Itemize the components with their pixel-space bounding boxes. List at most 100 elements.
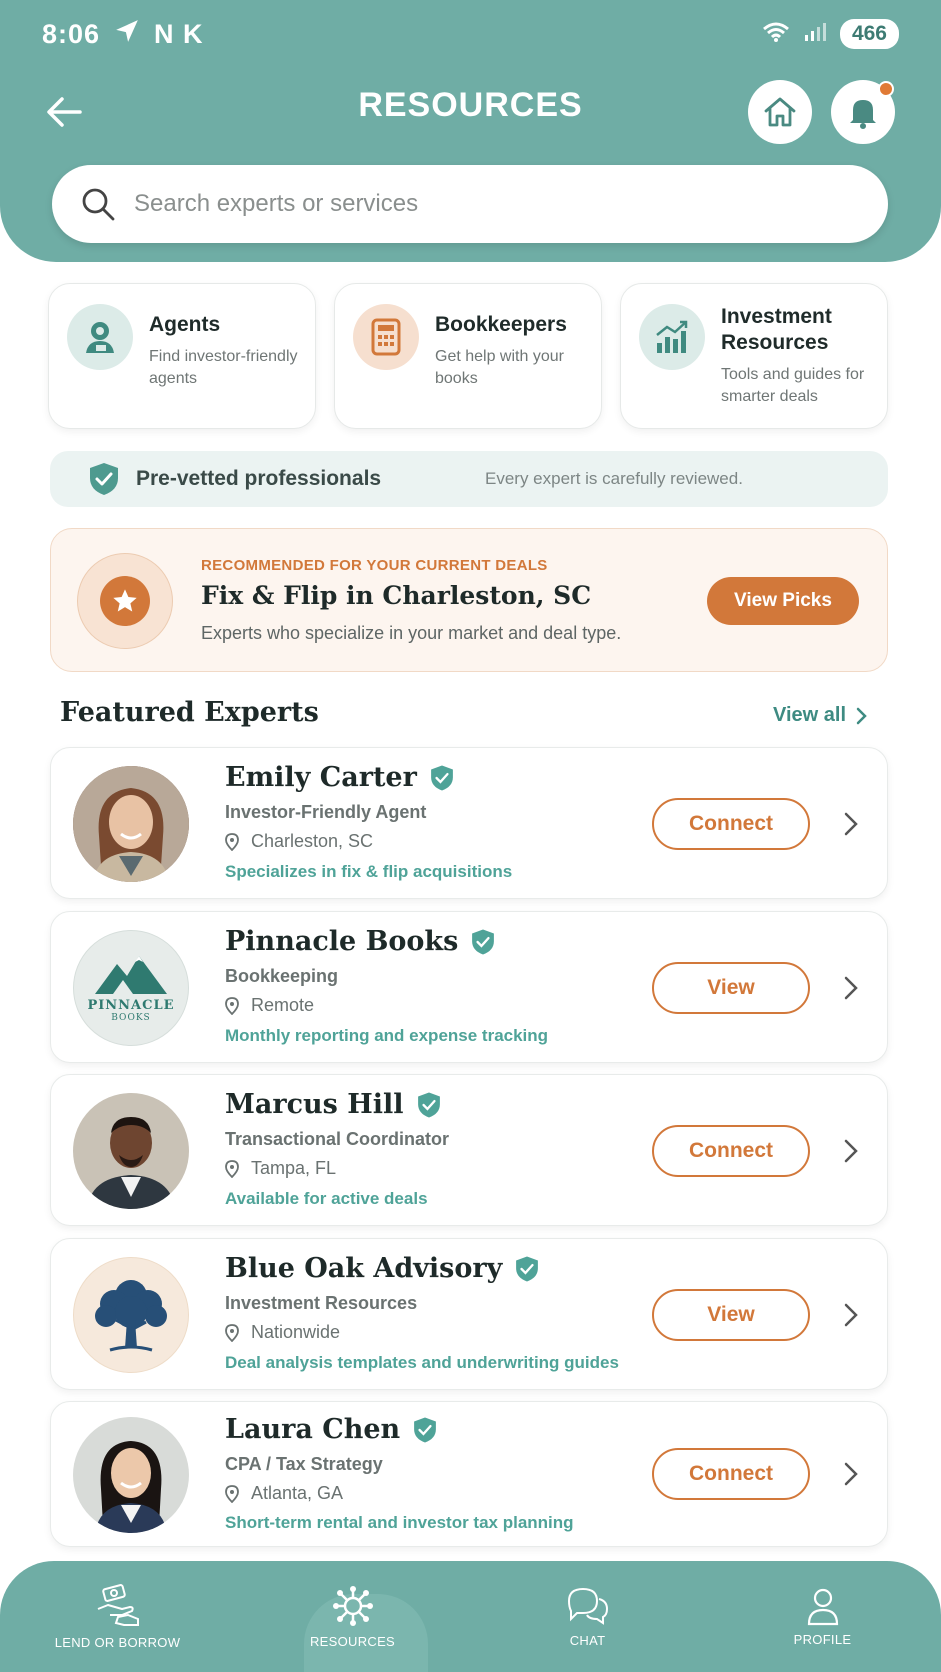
view-all-label: View all [773,704,847,726]
expert-location: Tampa, FL [251,1158,337,1178]
chevron-right-icon[interactable] [837,1135,865,1167]
category-cards: Agents Find investor-friendly agents Boo… [48,283,890,429]
signal-icon [804,22,826,47]
expert-location: Nationwide [251,1322,341,1342]
search-input[interactable] [134,190,784,218]
category-investment-resources[interactable]: Investment Resources Tools and guides fo… [620,283,888,429]
hand-money-icon [97,1584,139,1626]
prevetted-banner: Pre-vetted professionals Every expert is… [50,451,888,507]
expert-location: Charleston, SC [251,831,374,851]
location-pin-icon [225,832,239,851]
verified-badge-icon [430,765,453,790]
location-arrow-icon [114,18,140,51]
nav-chat[interactable]: CHAT [470,1561,705,1672]
pinnacle-logo: PINNACLE BOOKS [73,930,189,1046]
featured-title: Featured Experts [60,697,319,728]
expert-note: Specializes in fix & flip acquisitions [225,862,513,881]
expert-note: Short-term rental and investor tax plann… [225,1513,574,1532]
expert-card[interactable]: Marcus Hill Transactional Coordinator Ta… [50,1074,888,1226]
star-badge [77,553,173,649]
location-pin-icon [225,1159,239,1178]
expert-location: Remote [251,995,315,1015]
expert-name: Pinnacle Books [225,926,459,957]
search-bar[interactable] [52,165,888,243]
expert-card[interactable]: PINNACLE BOOKS Pinnacle Books Bookkeepin… [50,911,888,1063]
bell-icon [850,100,876,129]
view-button[interactable]: View [652,962,810,1014]
category-desc: Tools and guides for smarter deals [721,366,865,405]
expert-card[interactable]: Emily Carter Investor-Friendly Agent Cha… [50,747,888,899]
location-pin-icon [225,996,239,1015]
expert-card[interactable]: Laura Chen CPA / Tax Strategy Atlanta, G… [50,1401,888,1547]
connect-button[interactable]: Connect [652,1448,810,1500]
header: 8:06 N K 466 RESOURCES [0,0,941,262]
chevron-right-icon[interactable] [837,808,865,840]
expert-note: Deal analysis templates and underwriting… [225,1353,619,1372]
nav-label: RESOURCES [309,1634,396,1649]
recommendation-desc: Experts who specialize in your market an… [201,623,622,643]
logo-subtext: BOOKS [111,1012,151,1023]
recommendation-title: Fix & Flip in Charleston, SC [201,581,592,610]
expert-role: Investor-Friendly Agent [225,802,427,822]
expert-name: Emily Carter [225,762,417,793]
nav-label: PROFILE [793,1632,852,1647]
chevron-right-icon[interactable] [837,1299,865,1331]
tree-icon [95,1280,167,1352]
connect-button[interactable]: Connect [652,1125,810,1177]
nav-label: CHAT [569,1633,606,1648]
view-picks-button[interactable]: View Picks [707,577,859,625]
location-pin-icon [225,1484,239,1503]
nav-resources[interactable]: RESOURCES [235,1561,470,1672]
shield-check-icon [90,463,118,495]
category-agents[interactable]: Agents Find investor-friendly agents [48,283,316,429]
chat-icon [567,1587,608,1625]
view-all-link[interactable]: View all [773,704,868,727]
expert-name: Laura Chen [225,1414,401,1445]
expert-name: Marcus Hill [225,1089,404,1120]
verified-badge-icon [516,1256,539,1281]
category-desc: Find investor-friendly agents [149,348,298,387]
verified-badge-icon [417,1092,440,1117]
expert-name: Blue Oak Advisory [225,1253,503,1284]
expert-role: Transactional Coordinator [225,1129,450,1149]
expert-role: Bookkeeping [225,966,339,986]
nav-profile[interactable]: PROFILE [705,1561,940,1672]
prevetted-label: Pre-vetted professionals [136,467,382,490]
expert-card[interactable]: Blue Oak Advisory Investment Resources N… [50,1238,888,1390]
recommendation-eyebrow: RECOMMENDED FOR YOUR CURRENT DEALS [201,557,548,574]
star-icon [113,589,137,612]
location-pin-icon [225,1323,239,1342]
network-icon [332,1586,373,1626]
avatar [73,1093,189,1209]
verified-badge-icon [472,929,495,954]
blue-oak-logo [73,1257,189,1373]
calculator-icon [353,304,419,370]
wifi-icon [762,21,790,48]
status-bar: 8:06 N K 466 [42,14,899,54]
nav-label: LEND OR BORROW [54,1635,181,1650]
nav-lend-or-borrow[interactable]: LEND OR BORROW [0,1561,235,1672]
chevron-right-icon[interactable] [837,1458,865,1490]
home-button[interactable] [748,80,812,144]
chevron-right-icon [856,707,867,724]
prevetted-note: Every expert is carefully reviewed. [485,469,743,488]
expert-role: Investment Resources [225,1293,418,1313]
connect-button[interactable]: Connect [652,798,810,850]
category-title: Investment Resources [721,305,832,354]
mountain-icon [95,955,167,994]
profile-icon [807,1588,838,1626]
category-desc: Get help with your books [435,348,564,387]
category-bookkeepers[interactable]: Bookkeepers Get help with your books [334,283,602,429]
avatar [73,1417,189,1533]
expert-note: Available for active deals [225,1189,428,1208]
recommendation-card: RECOMMENDED FOR YOUR CURRENT DEALS Fix &… [50,528,888,672]
verified-badge-icon [414,1417,437,1442]
chart-growth-icon [639,304,705,370]
chevron-right-icon[interactable] [837,972,865,1004]
agent-icon [67,304,133,370]
home-icon [764,97,796,127]
search-icon [82,188,115,221]
expert-note: Monthly reporting and expense tracking [225,1026,549,1045]
notifications-button[interactable] [831,80,895,144]
view-button[interactable]: View [652,1289,810,1341]
